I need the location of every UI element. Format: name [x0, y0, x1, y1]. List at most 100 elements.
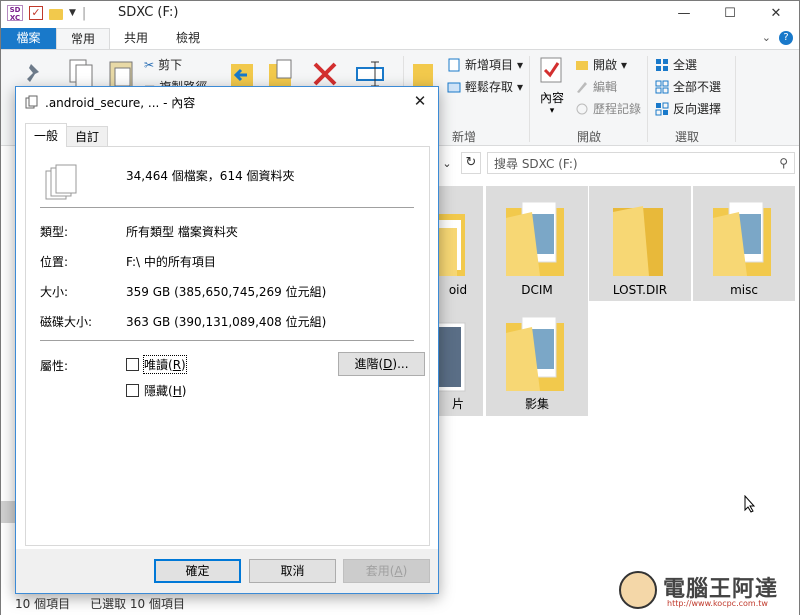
folder-icon: [713, 201, 771, 276]
tab-view[interactable]: 檢視: [162, 28, 214, 49]
properties-quick-icon[interactable]: ✓: [29, 6, 43, 20]
invert-selection-icon: [655, 102, 669, 115]
mascot-face-icon: [619, 571, 657, 609]
ok-button[interactable]: 確定: [154, 559, 241, 583]
disk-size-value: 363 GB (390,131,089,408 位元組): [126, 315, 327, 329]
tab-file[interactable]: 檔案: [1, 28, 56, 49]
new-folder-quick-icon[interactable]: [49, 8, 63, 20]
ribbon-separator: [647, 56, 648, 142]
folder-icon: [506, 201, 564, 276]
watermark-logo: 電腦王阿達 http://www.kocpc.com.tw: [619, 567, 789, 613]
edit-button[interactable]: 編輯: [575, 78, 617, 95]
dialog-title: .android_secure, ... - 內容: [45, 95, 196, 110]
ribbon-tabs: 檔案 常用 共用 檢視: [1, 28, 799, 49]
refresh-icon[interactable]: ↻: [461, 152, 481, 174]
file-folder-summary: 34,464 個檔案，614 個資料夾: [126, 169, 295, 183]
dialog-title-bar: .android_secure, ... - 內容: [16, 87, 438, 117]
maximize-icon[interactable]: ☐: [707, 1, 753, 26]
properties-check-icon: [540, 57, 562, 83]
window-controls: — ☐ ✕: [661, 1, 799, 26]
dialog-footer: 確定 取消 套用(A): [16, 549, 438, 593]
hidden-label: 隱藏(H): [144, 384, 187, 398]
pin-icon[interactable]: [23, 62, 45, 86]
toolbar-separator: |: [81, 5, 87, 21]
quick-access-toolbar: SD XC ✓ ▼ |: [7, 5, 87, 22]
ribbon-right-controls: ⌄ ?: [762, 31, 793, 45]
folder-tile-misc[interactable]: misc: [693, 186, 795, 301]
dialog-tabs: 一般 自訂: [25, 123, 109, 147]
size-value: 359 GB (385,650,745,269 位元組): [126, 285, 327, 299]
type-value: 所有類型 檔案資料夾: [126, 225, 238, 239]
multiple-files-large-icon: [45, 164, 77, 200]
attributes-label: 屬性:: [40, 359, 69, 373]
advanced-button[interactable]: 進階(D)...: [338, 352, 425, 376]
customize-toolbar-icon[interactable]: ▼: [69, 8, 76, 18]
group-label-select: 選取: [675, 130, 700, 144]
select-all-button[interactable]: 全選: [655, 56, 697, 73]
folder-tile-lost-dir[interactable]: LOST.DIR: [589, 186, 691, 301]
tab-share[interactable]: 共用: [110, 28, 162, 49]
tab-general[interactable]: 一般: [25, 123, 68, 147]
folder-tile-dcim[interactable]: DCIM: [486, 186, 588, 301]
window-title: SDXC (F:): [118, 5, 179, 20]
edit-icon: [577, 81, 587, 93]
status-item-count: 10 個項目: [15, 596, 71, 611]
easy-access-button[interactable]: 輕鬆存取 ▾: [447, 78, 523, 95]
folder-tile-pictures[interactable]: 片: [433, 301, 483, 416]
general-tab-page: 34,464 個檔案，614 個資料夾 類型: 所有類型 檔案資料夾 位置: F…: [25, 146, 430, 546]
dialog-close-icon[interactable]: ✕: [410, 91, 430, 111]
new-item-icon: [448, 58, 460, 71]
readonly-checkbox-row[interactable]: 唯讀(R): [126, 355, 187, 374]
group-label-open: 開啟: [577, 130, 602, 144]
location-label: 位置:: [40, 255, 69, 269]
search-input[interactable]: 搜尋 SDXC (F:) ⚲: [487, 152, 795, 174]
size-label: 大小:: [40, 285, 69, 299]
apply-button[interactable]: 套用(A): [343, 559, 430, 583]
invert-selection-button[interactable]: 反向選擇: [655, 100, 721, 117]
easy-access-icon: [447, 82, 461, 92]
type-label: 類型:: [40, 225, 69, 239]
address-bar: ⌄ ↻ 搜尋 SDXC (F:) ⚲: [439, 151, 795, 175]
picture-folder-icon: [435, 322, 466, 392]
hidden-checkbox-row[interactable]: 隱藏(H): [126, 382, 186, 399]
ribbon-separator: [735, 56, 736, 142]
history-button[interactable]: 歷程記錄: [575, 100, 641, 117]
cut-button[interactable]: ✂ 剪下: [144, 56, 182, 73]
properties-dialog: .android_secure, ... - 內容 ✕ 一般 自訂 34,464…: [15, 86, 439, 594]
select-none-button[interactable]: 全部不選: [655, 78, 721, 95]
search-icon: ⚲: [779, 156, 788, 170]
tab-customize[interactable]: 自訂: [66, 126, 109, 147]
delete-icon[interactable]: [311, 60, 339, 88]
address-history-chevron-icon[interactable]: ⌄: [439, 157, 455, 170]
select-all-icon: [656, 58, 668, 71]
help-icon[interactable]: ?: [779, 31, 793, 45]
close-icon[interactable]: ✕: [753, 1, 799, 26]
status-selected-count: 已選取 10 個項目: [90, 596, 185, 611]
expand-ribbon-icon[interactable]: ⌄: [762, 31, 771, 45]
mouse-cursor-icon: [744, 495, 756, 513]
new-item-button[interactable]: 新增項目 ▾: [447, 56, 523, 73]
scissors-icon: ✂: [144, 57, 155, 72]
folder-icon: [506, 316, 564, 391]
multiple-files-icon: [25, 95, 38, 109]
cancel-button[interactable]: 取消: [249, 559, 336, 583]
minimize-icon[interactable]: —: [661, 1, 707, 26]
history-icon: [576, 103, 588, 114]
select-none-icon: [655, 80, 669, 93]
readonly-checkbox[interactable]: [126, 358, 139, 371]
ribbon-separator: [529, 56, 530, 142]
group-label-new: 新增: [452, 130, 477, 144]
folder-icon: [613, 206, 663, 276]
divider: [40, 207, 414, 208]
tab-home[interactable]: 常用: [56, 28, 111, 49]
divider: [40, 340, 414, 341]
folder-tile-videos[interactable]: 影集: [486, 301, 588, 416]
open-icon: [576, 60, 588, 70]
hidden-checkbox[interactable]: [126, 384, 139, 397]
disk-size-label: 磁碟大小:: [40, 315, 93, 329]
open-button[interactable]: 開啟 ▾: [575, 56, 627, 73]
properties-button[interactable]: 內容 ▾: [537, 56, 567, 116]
folder-tile[interactable]: oid: [433, 186, 483, 301]
folder-icon: [435, 214, 465, 276]
sd-drive-icon: SD XC: [7, 5, 23, 22]
